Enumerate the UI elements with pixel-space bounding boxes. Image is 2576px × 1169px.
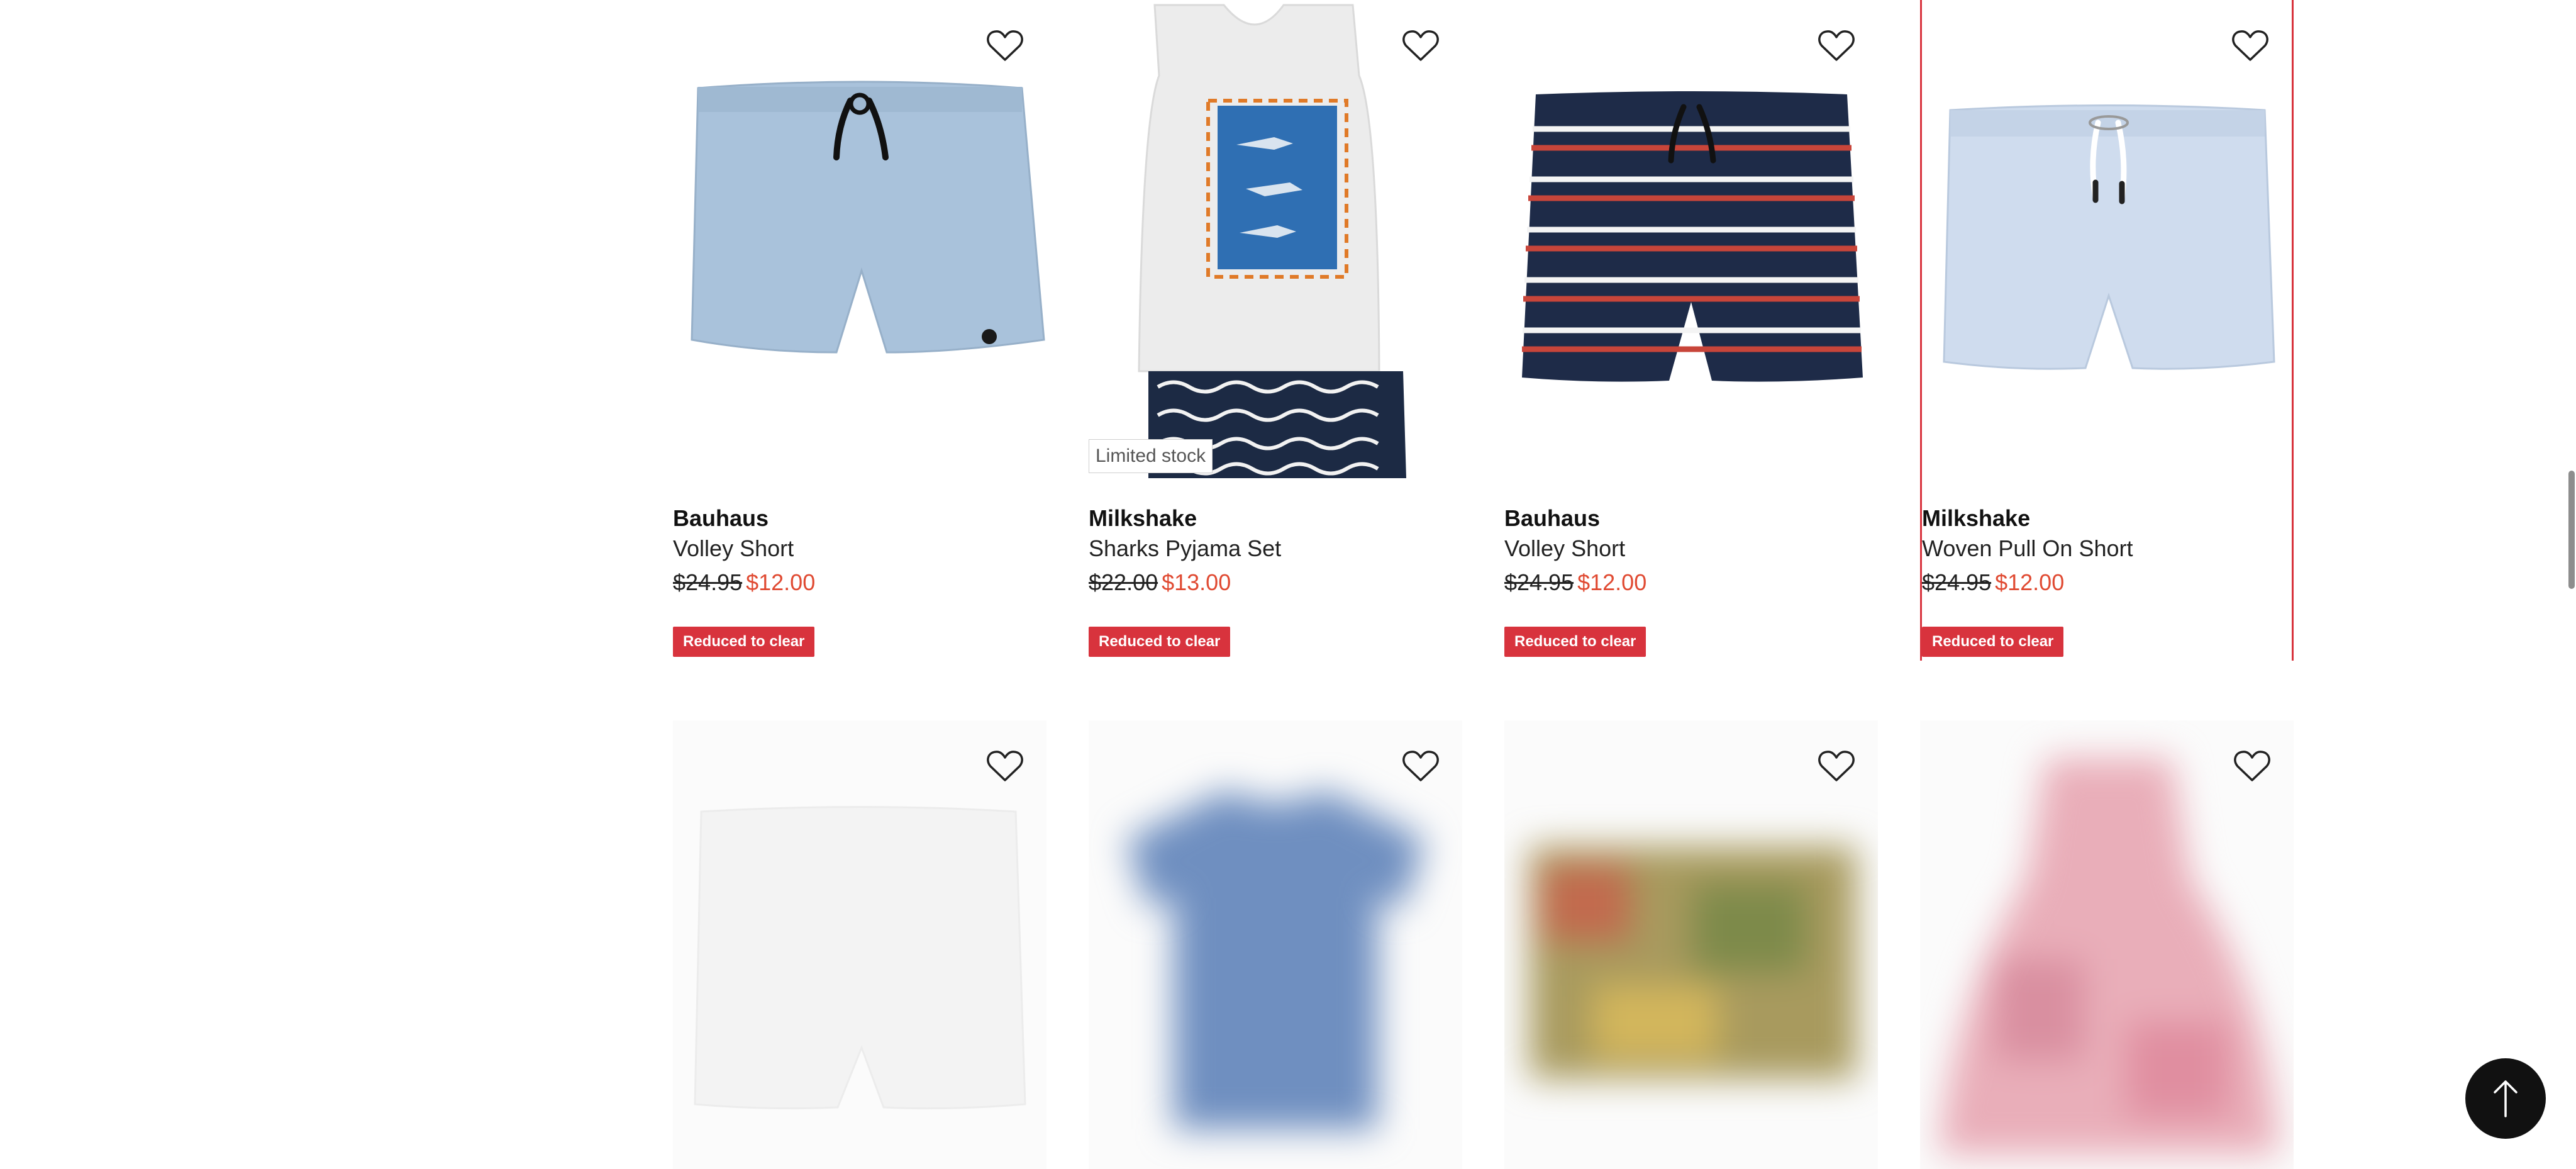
product-card[interactable] — [1089, 720, 1462, 1169]
limited-stock-label: Limited stock — [1089, 439, 1213, 473]
wishlist-heart-icon[interactable] — [984, 747, 1026, 786]
product-card[interactable]: Bauhaus Volley Short $24.95 $12.00 Reduce… — [1504, 0, 1878, 661]
product-prices: $24.95 $12.00 — [673, 564, 1046, 601]
was-price: $24.95 — [1504, 569, 1574, 595]
product-brand[interactable]: Bauhaus — [1504, 503, 1878, 534]
product-card[interactable]: Limited stock Milkshake Sharks Pyjama Se… — [1089, 0, 1462, 661]
product-image-placeholder[interactable] — [1504, 720, 1878, 1169]
was-price: $24.95 — [673, 569, 743, 595]
product-brand[interactable]: Milkshake — [1089, 503, 1462, 534]
product-card[interactable] — [1504, 720, 1878, 1169]
scrollbar-thumb[interactable] — [2568, 471, 2575, 589]
wishlist-heart-icon[interactable] — [1399, 26, 1442, 65]
promo-badge: Reduced to clear — [1922, 627, 2064, 657]
was-price: $22.00 — [1089, 569, 1158, 595]
was-price: $24.95 — [1922, 569, 1992, 595]
product-prices: $24.95 $12.00 — [1504, 564, 1878, 601]
product-grid: Bauhaus Volley Short $24.95 $12.00 Reduce… — [673, 0, 2294, 1169]
product-image[interactable] — [673, 0, 1046, 484]
product-prices: $24.95 $12.00 — [1922, 564, 2296, 601]
product-card-selected[interactable]: Milkshake Woven Pull On Short $24.95 $12.… — [1920, 0, 2294, 661]
product-image-placeholder[interactable] — [1920, 720, 2294, 1169]
product-brand[interactable]: Bauhaus — [673, 503, 1046, 534]
promo-badge: Reduced to clear — [1089, 627, 1231, 657]
now-price: $12.00 — [1577, 569, 1647, 595]
now-price: $12.00 — [746, 569, 816, 595]
wishlist-heart-icon[interactable] — [1815, 26, 1858, 65]
product-name[interactable]: Sharks Pyjama Set — [1089, 534, 1462, 564]
wishlist-heart-icon[interactable] — [1815, 747, 1858, 786]
product-image-placeholder[interactable] — [673, 720, 1046, 1169]
product-card[interactable] — [673, 720, 1046, 1169]
product-image[interactable] — [1089, 0, 1462, 484]
now-price: $13.00 — [1162, 569, 1231, 595]
product-brand[interactable]: Milkshake — [1922, 503, 2296, 534]
product-info: Milkshake Woven Pull On Short $24.95 $12.… — [1922, 503, 2296, 657]
back-to-top-button[interactable] — [2465, 1058, 2546, 1139]
wishlist-heart-icon[interactable] — [2229, 26, 2272, 65]
now-price: $12.00 — [1995, 569, 2065, 595]
product-name[interactable]: Woven Pull On Short — [1922, 534, 2296, 564]
arrow-up-icon — [2494, 1080, 2518, 1117]
product-name[interactable]: Volley Short — [1504, 534, 1878, 564]
wishlist-heart-icon[interactable] — [984, 26, 1026, 65]
wishlist-heart-icon[interactable] — [2231, 747, 2273, 786]
product-prices: $22.00 $13.00 — [1089, 564, 1462, 601]
product-info: Bauhaus Volley Short $24.95 $12.00 Reduce… — [673, 503, 1046, 657]
product-card[interactable]: Bauhaus Volley Short $24.95 $12.00 Reduce… — [673, 0, 1046, 661]
wishlist-heart-icon[interactable] — [1399, 747, 1442, 786]
product-name[interactable]: Volley Short — [673, 534, 1046, 564]
promo-badge: Reduced to clear — [1504, 627, 1646, 657]
product-info: Milkshake Sharks Pyjama Set $22.00 $13.00… — [1089, 503, 1462, 657]
product-image[interactable] — [1504, 0, 1878, 484]
product-image[interactable] — [1922, 0, 2296, 484]
product-card[interactable] — [1920, 720, 2294, 1169]
product-info: Bauhaus Volley Short $24.95 $12.00 Reduce… — [1504, 503, 1878, 657]
promo-badge: Reduced to clear — [673, 627, 815, 657]
product-image-placeholder[interactable] — [1089, 720, 1462, 1169]
